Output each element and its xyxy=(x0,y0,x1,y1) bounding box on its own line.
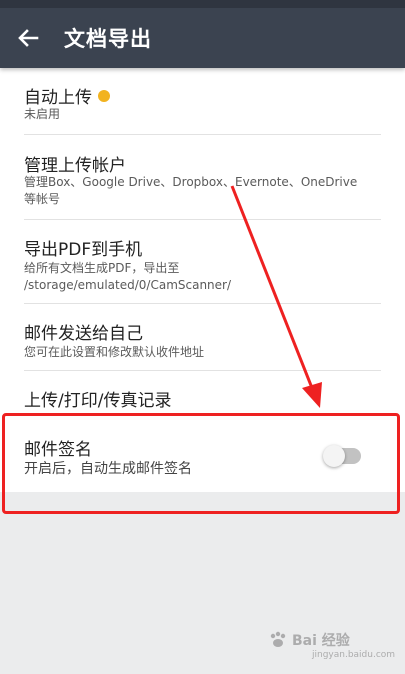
export-pdf-desc-line1: 给所有文档生成PDF，导出至 xyxy=(24,261,180,275)
list-item-email-self[interactable]: 邮件发送给自己 您可在此设置和修改默认收件地址 xyxy=(0,304,405,371)
email-signature-desc: 开启后，自动生成邮件签名 xyxy=(24,461,192,477)
watermark-url: jingyan.baidu.com xyxy=(312,650,396,660)
list-item-auto-upload[interactable]: 自动上传 未启用 xyxy=(0,68,405,135)
crown-icon xyxy=(98,90,110,102)
settings-list: 自动上传 未启用 管理上传帐户 管理Box、Google Drive、Dropb… xyxy=(0,68,405,492)
history-title: 上传/打印/传真记录 xyxy=(24,391,172,411)
export-pdf-title: 导出PDF到手机 xyxy=(24,240,143,260)
manage-accounts-title: 管理上传帐户 xyxy=(24,156,126,176)
list-item-history[interactable]: 上传/打印/传真记录 xyxy=(0,371,405,415)
status-bar-edge xyxy=(0,0,405,8)
auto-upload-title: 自动上传 xyxy=(24,83,110,108)
auto-upload-label: 自动上传 xyxy=(24,88,92,108)
list-item-manage-accounts[interactable]: 管理上传帐户 管理Box、Google Drive、Dropbox、Everno… xyxy=(0,135,405,220)
auto-upload-status: 未启用 xyxy=(24,107,61,121)
app-toolbar: 文档导出 xyxy=(0,0,405,68)
list-item-export-pdf[interactable]: 导出PDF到手机 给所有文档生成PDF，导出至 /storage/emulate… xyxy=(0,220,405,304)
back-button[interactable] xyxy=(10,20,46,56)
toggle-knob xyxy=(323,445,345,467)
email-signature-toggle[interactable] xyxy=(323,445,361,467)
page-title: 文档导出 xyxy=(64,27,152,51)
watermark-text: Bai 经验 xyxy=(292,633,350,649)
manage-accounts-desc-line2: 等帐号 xyxy=(24,192,61,206)
baidu-watermark: Bai 经验 jingyan.baidu.com xyxy=(268,618,395,666)
export-pdf-path: /storage/emulated/0/CamScanner/ xyxy=(24,278,232,292)
arrow-left-icon xyxy=(18,29,39,47)
manage-accounts-desc-line1: 管理Box、Google Drive、Dropbox、Evernote、OneD… xyxy=(24,175,358,189)
paw-icon xyxy=(270,631,286,647)
email-self-desc: 您可在此设置和修改默认收件地址 xyxy=(24,345,205,359)
email-signature-title: 邮件签名 xyxy=(24,440,92,460)
email-self-title: 邮件发送给自己 xyxy=(24,324,143,344)
